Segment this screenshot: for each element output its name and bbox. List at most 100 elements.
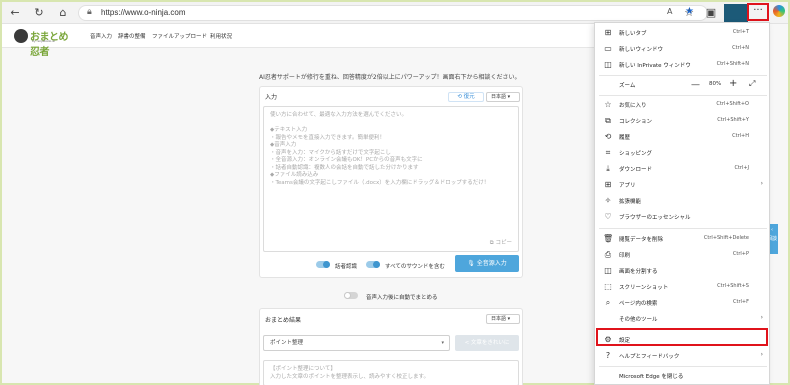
nav-dictionary[interactable]: 辞書の整備 (118, 32, 146, 40)
speaker-recognition-toggle[interactable] (316, 261, 330, 268)
input-card-title: 入力 (265, 94, 278, 101)
summary-mode-value: ポイント整理 (270, 340, 304, 346)
zoom-label: ズーム (619, 83, 636, 89)
input-textarea[interactable]: 使い方に合わせて、最適な入力方法を選んでください。 ◆テキスト入力 ・報告やメモ… (263, 106, 519, 252)
all-sound-toggle[interactable] (366, 261, 380, 268)
menu-item-shopping[interactable]: ⌗ ショッピング (595, 145, 771, 161)
menu-item-new-tab[interactable]: ⊞ 新しいタブ Ctrl+T (595, 25, 771, 41)
site-logo[interactable]: おまとめ忍者 by ninjabook.ai (14, 28, 76, 58)
result-language-select[interactable]: 日本語 ▾ (486, 314, 520, 324)
auto-summary-label: 音声入力後に自動でまとめる (366, 295, 438, 301)
toggle-knob (373, 261, 380, 268)
menu-item-label: ダウンロード (619, 167, 653, 173)
menu-item-shortcut: Ctrl+Shift+Y (717, 117, 749, 123)
menu-item-downloads[interactable]: ⤓ ダウンロード Ctrl+J (595, 161, 771, 177)
restore-button[interactable]: ⟲ 復元 (448, 92, 484, 102)
collections-toolbar-icon[interactable]: ▣ (704, 6, 718, 20)
clean-text-button[interactable]: < 文章をきれいに (455, 335, 519, 351)
history-icon: ⟲ (604, 132, 612, 141)
menu-separator (599, 228, 767, 229)
trash-icon: 🗑︎ (603, 234, 614, 243)
menu-item-label: お気に入り (619, 103, 647, 109)
address-bar[interactable]: 🔒︎ https://www.o-ninja.com A ★ (78, 5, 708, 21)
menu-item-label: 印刷 (619, 253, 631, 259)
menu-item-label: アプリ (619, 183, 636, 189)
menu-item-shortcut: Ctrl+N (732, 45, 749, 51)
menu-item-label: 履歴 (619, 135, 631, 141)
menu-item-more-tools[interactable]: その他のツール › (595, 311, 771, 327)
menu-item-shortcut: Ctrl+J (734, 165, 749, 171)
result-textarea[interactable]: 【ポイント整理について】 入力した文章のポイントを整理表示し、読みやすく校正しま… (263, 360, 519, 385)
nav-voice-input[interactable]: 音声入力 (90, 32, 112, 40)
zoom-out-button[interactable]: — (691, 80, 700, 90)
menu-item-label: 閲覧データを削除 (619, 237, 664, 243)
menu-item-help[interactable]: ? ヘルプとフィードバック › (595, 348, 771, 364)
menu-item-label: ブラウザーのエッセンシャル (619, 215, 691, 221)
favorites-bar-icon[interactable]: ☆ (682, 6, 696, 20)
menu-item-print[interactable]: ⎙ 印刷 Ctrl+P (595, 247, 771, 263)
auto-summary-toggle[interactable] (344, 292, 358, 299)
inprivate-icon: ◫ (604, 60, 612, 69)
summary-mode-select[interactable]: ポイント整理 ▾ (263, 335, 450, 351)
settings-and-more-button[interactable]: ··· (747, 3, 769, 21)
zoom-in-button[interactable]: + (729, 78, 737, 89)
menu-separator (599, 366, 767, 367)
browser-toolbar: ← ↻ ⌂ 🔒︎ https://www.o-ninja.com A ★ ☆ ▣ (2, 2, 788, 24)
all-sound-label: すべてのサウンドを含む (385, 264, 445, 270)
input-language-select[interactable]: 日本語 ▾ (486, 92, 520, 102)
result-card-title: おまとめ結果 (265, 317, 302, 324)
chevron-right-icon: › (760, 180, 763, 187)
lock-icon[interactable]: 🔒︎ (87, 7, 92, 17)
menu-item-extensions[interactable]: ✧ 拡張機能 (595, 193, 771, 209)
menu-item-shortcut: Ctrl+F (733, 299, 749, 305)
all-source-input-button[interactable]: 🎙︎ 全音源入力 (455, 255, 519, 272)
menu-item-split-screen[interactable]: ◫ 画面を分割する (595, 263, 771, 279)
menu-item-history[interactable]: ⟲ 履歴 Ctrl+H (595, 129, 771, 145)
profile-avatar[interactable] (724, 4, 748, 24)
copilot-icon[interactable] (773, 5, 785, 17)
menu-item-label: 拡張機能 (619, 199, 642, 205)
new-window-icon: ▭ (604, 44, 612, 53)
menu-item-clear-data[interactable]: 🗑︎ 閲覧データを削除 Ctrl+Shift+Delete (595, 231, 771, 247)
menu-item-shortcut: Ctrl+Shift+N (716, 61, 749, 67)
nav-usage[interactable]: 利用状況 (210, 32, 232, 40)
favorites-icon: ☆ (604, 100, 612, 109)
mic-icon: 🎙︎ (467, 260, 477, 267)
back-icon[interactable]: ← (8, 6, 22, 20)
refresh-icon[interactable]: ↻ (32, 6, 46, 20)
menu-item-close-edge[interactable]: Microsoft Edge を閉じる (595, 368, 771, 384)
menu-item-label: ヘルプとフィードバック (619, 354, 680, 360)
toggle-knob (323, 261, 330, 268)
menu-separator (599, 75, 767, 76)
menu-item-label: Microsoft Edge を閉じる (619, 374, 684, 380)
read-aloud-icon[interactable]: A (667, 7, 672, 16)
logo-text: おまとめ忍者 (30, 32, 69, 58)
restore-label: 復元 (463, 94, 475, 100)
menu-item-label: スクリーンショット (619, 285, 669, 291)
notice-banner: AI忍者サポートが修行を重ね、回答精度が2倍以上にパワーアップ！画面右下から相談… (259, 74, 521, 81)
result-language-value: 日本語 (491, 316, 507, 322)
menu-separator (599, 95, 767, 96)
toggle-knob (344, 292, 351, 299)
nav-file-upload[interactable]: ファイルアップロード (152, 32, 207, 40)
new-tab-icon: ⊞ (604, 28, 612, 37)
fullscreen-icon[interactable]: ⤢ (749, 79, 755, 89)
menu-item-essentials[interactable]: ♡ ブラウザーのエッセンシャル (595, 209, 771, 225)
ninja-mascot-icon (14, 29, 28, 43)
home-icon[interactable]: ⌂ (56, 6, 70, 20)
download-icon: ⤓ (606, 164, 610, 173)
copy-button[interactable]: ⧉ コピー (490, 238, 512, 247)
menu-item-shortcut: Ctrl+Shift+O (716, 101, 749, 107)
menu-item-screenshot[interactable]: ⬚ スクリーンショット Ctrl+Shift+S (595, 279, 771, 295)
menu-item-apps[interactable]: ⊞ アプリ › (595, 177, 771, 193)
menu-item-inprivate[interactable]: ◫ 新しい InPrivate ウィンドウ Ctrl+Shift+N (595, 57, 771, 73)
menu-item-collections[interactable]: ⧉ コレクション Ctrl+Shift+Y (595, 113, 771, 129)
print-icon: ⎙ (604, 250, 612, 259)
essentials-icon: ♡ (604, 212, 612, 221)
menu-item-new-window[interactable]: ▭ 新しいウィンドウ Ctrl+N (595, 41, 771, 57)
url-text[interactable]: https://www.o-ninja.com (101, 8, 185, 17)
menu-item-find[interactable]: ⌕ ページ内の検索 Ctrl+F (595, 295, 771, 311)
speaker-recognition-label: 話者認識 (335, 264, 358, 270)
logo-subtext: by ninjabook.ai (32, 39, 55, 43)
menu-item-favorites[interactable]: ☆ お気に入り Ctrl+Shift+O (595, 97, 771, 113)
